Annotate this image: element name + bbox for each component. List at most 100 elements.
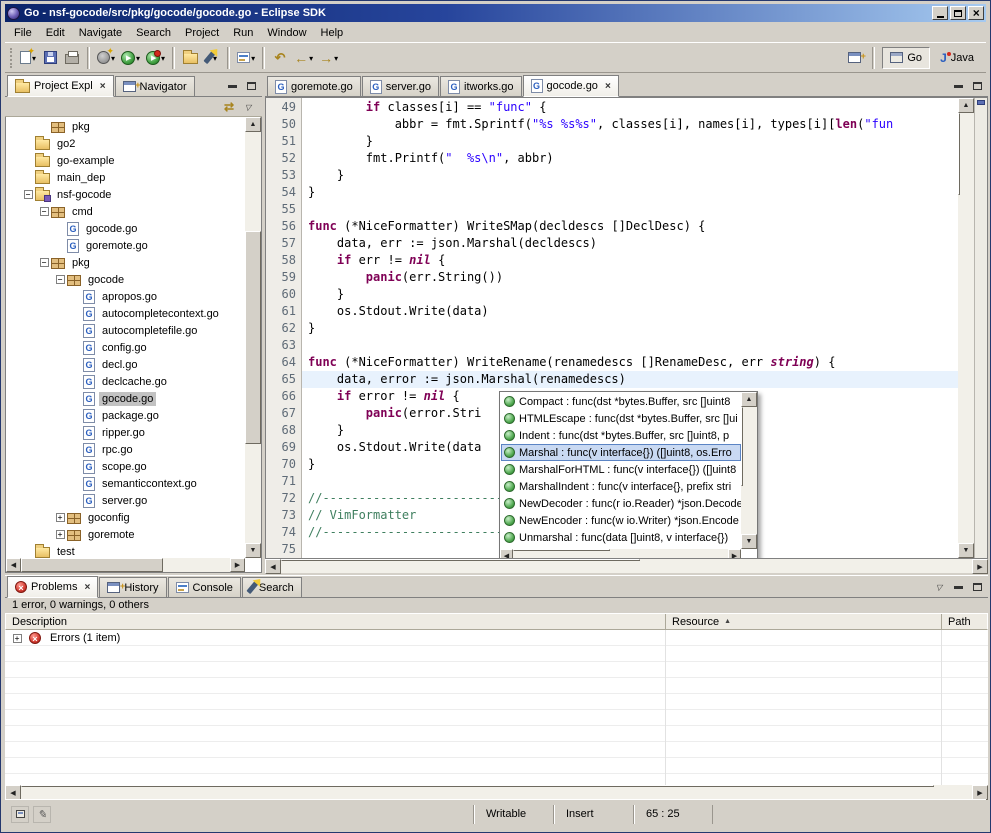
tab-project-expl[interactable]: Project Expl× — [7, 75, 114, 97]
collapse-icon[interactable]: − — [21, 190, 35, 199]
view-menu-button[interactable] — [931, 580, 947, 594]
editor-tab-itworks-go[interactable]: itworks.go — [440, 76, 522, 96]
last-edit-location-button[interactable] — [269, 46, 291, 70]
tab-navigator[interactable]: Navigator — [115, 76, 195, 96]
tree-item-decl-go[interactable]: decl.go — [6, 356, 245, 373]
menu-edit[interactable]: Edit — [39, 25, 72, 41]
scroll-right-icon[interactable]: ▶ — [728, 549, 741, 559]
tree-item-autocompletecontext-go[interactable]: autocompletecontext.go — [6, 305, 245, 322]
tree-item-apropos-go[interactable]: apropos.go — [6, 288, 245, 305]
tree-item-ripper-go[interactable]: ripper.go — [6, 424, 245, 441]
tree-item-package-go[interactable]: package.go — [6, 407, 245, 424]
collapse-icon[interactable]: − — [37, 207, 51, 216]
tree-item-nsf-gocode[interactable]: −nsf-gocode — [6, 186, 245, 203]
scrollbar-thumb[interactable] — [958, 113, 960, 195]
back-button[interactable] — [291, 46, 316, 70]
perspective-java-button[interactable]: Java — [932, 47, 982, 69]
tab-problems[interactable]: Problems× — [7, 576, 98, 598]
tree-item-semanticcontext-go[interactable]: semanticcontext.go — [6, 475, 245, 492]
scroll-left-icon[interactable]: ◀ — [5, 785, 21, 800]
menu-help[interactable]: Help — [314, 25, 351, 41]
scrollbar-track[interactable] — [245, 132, 261, 543]
link-with-editor-icon[interactable] — [224, 100, 234, 114]
collapse-icon[interactable]: − — [53, 275, 67, 284]
tab-console[interactable]: Console — [168, 577, 241, 597]
minimize-editor-button[interactable] — [950, 79, 966, 93]
collapse-icon[interactable]: − — [37, 258, 51, 267]
tree-item-go-example[interactable]: go-example — [6, 152, 245, 169]
scroll-left-icon[interactable]: ◀ — [500, 549, 513, 559]
popup-vertical-scrollbar[interactable]: ▲ ▼ — [741, 392, 757, 549]
scroll-left-icon[interactable]: ◀ — [6, 558, 21, 572]
editor-vertical-scrollbar[interactable]: ▲ ▼ — [958, 98, 974, 558]
maximize-view-button[interactable] — [243, 79, 259, 93]
tree-item-goconfig[interactable]: +goconfig — [6, 509, 245, 526]
tree-item-gocode-go[interactable]: gocode.go — [6, 390, 245, 407]
scrollbar-track[interactable] — [21, 785, 972, 799]
print-button[interactable] — [61, 46, 83, 70]
menu-window[interactable]: Window — [260, 25, 313, 41]
close-button[interactable] — [968, 6, 984, 20]
run-last-launched-button[interactable] — [143, 46, 168, 70]
tab-history[interactable]: History — [99, 577, 166, 597]
run-button[interactable] — [118, 46, 143, 70]
expand-icon[interactable]: + — [10, 634, 24, 643]
tree-item-test[interactable]: test — [6, 543, 245, 558]
tree-item-main-dep[interactable]: main_dep — [6, 169, 245, 186]
dropdown-arrow-icon[interactable] — [135, 52, 140, 64]
scrollbar-thumb[interactable] — [245, 231, 261, 445]
popup-horizontal-scrollbar[interactable]: ◀ ▶ — [500, 549, 741, 559]
edit-mode-button[interactable] — [33, 806, 51, 823]
scroll-up-icon[interactable]: ▲ — [245, 117, 261, 132]
tree-item-config-go[interactable]: config.go — [6, 339, 245, 356]
editor-tab-server-go[interactable]: server.go — [362, 76, 439, 96]
forward-button[interactable] — [316, 46, 341, 70]
expand-icon[interactable]: + — [53, 530, 67, 539]
scrollbar-track[interactable] — [741, 407, 757, 534]
tree-item-rpc-go[interactable]: rpc.go — [6, 441, 245, 458]
scroll-up-icon[interactable]: ▲ — [958, 98, 974, 113]
scroll-right-icon[interactable]: ▶ — [230, 558, 245, 572]
scroll-down-icon[interactable]: ▼ — [958, 543, 974, 558]
tree-item-pkg[interactable]: −pkg — [6, 254, 245, 271]
problems-row[interactable]: +Errors (1 item) — [5, 630, 988, 646]
dropdown-arrow-icon[interactable] — [250, 52, 255, 64]
scroll-down-icon[interactable]: ▼ — [741, 534, 757, 549]
completion-item[interactable]: Compact : func(dst *bytes.Buffer, src []… — [501, 393, 741, 410]
scroll-left-icon[interactable]: ◀ — [265, 559, 281, 574]
scrollbar-thumb[interactable] — [741, 407, 743, 486]
code-editor[interactable]: 4950515253545556575859606162636465666768… — [265, 97, 988, 559]
open-perspective-button[interactable] — [843, 46, 865, 70]
new-button[interactable] — [17, 46, 39, 70]
scrollbar-track[interactable] — [281, 559, 972, 573]
scrollbar-thumb[interactable] — [21, 785, 934, 787]
editor-tab-gocode-go[interactable]: gocode.go× — [523, 75, 619, 97]
menu-project[interactable]: Project — [178, 25, 226, 41]
tree-item-server-go[interactable]: server.go — [6, 492, 245, 509]
problems-horizontal-scrollbar[interactable]: ◀ ▶ — [5, 785, 988, 799]
column-header-resource[interactable]: Resource▲ — [666, 614, 942, 629]
tree-vertical-scrollbar[interactable]: ▲ ▼ — [245, 117, 261, 558]
tree-item-go2[interactable]: go2 — [6, 135, 245, 152]
maximize-view-button[interactable] — [969, 580, 985, 594]
completion-item[interactable]: HTMLEscape : func(dst *bytes.Buffer, src… — [501, 410, 741, 427]
scroll-right-icon[interactable]: ▶ — [972, 559, 988, 574]
tree-item-goremote[interactable]: +goremote — [6, 526, 245, 543]
close-tab-icon[interactable]: × — [100, 81, 106, 92]
completion-item[interactable]: Unmarshal : func(data []uint8, v interfa… — [501, 529, 741, 546]
overview-marker[interactable] — [977, 100, 985, 105]
tree-horizontal-scrollbar[interactable]: ◀ ▶ — [6, 558, 245, 572]
completion-item[interactable]: NewEncoder : func(w io.Writer) *json.Enc… — [501, 512, 741, 529]
external-tools-button[interactable] — [94, 46, 118, 70]
tree-item-pkg[interactable]: pkg — [6, 118, 245, 135]
tree-item-scope-go[interactable]: scope.go — [6, 458, 245, 475]
overview-ruler[interactable] — [974, 98, 987, 558]
minimize-view-button[interactable] — [950, 580, 966, 594]
next-annotation-button[interactable] — [234, 46, 258, 70]
titlebar[interactable]: Go - nsf-gocode/src/pkg/gocode/gocode.go… — [5, 4, 986, 22]
column-header-path[interactable]: Path — [942, 614, 987, 629]
minimize-view-button[interactable] — [224, 79, 240, 93]
scrollbar-thumb[interactable] — [513, 549, 610, 551]
completion-item[interactable]: Indent : func(dst *bytes.Buffer, src []u… — [501, 427, 741, 444]
menu-search[interactable]: Search — [129, 25, 178, 41]
